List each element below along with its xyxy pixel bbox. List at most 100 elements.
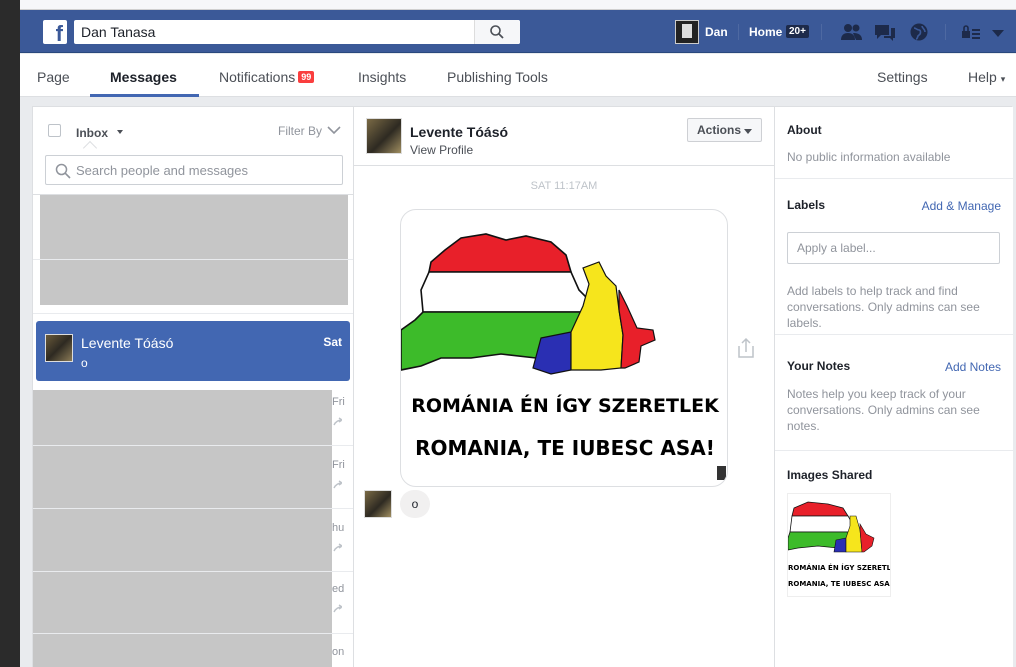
privacy-shortcuts-icon[interactable] bbox=[960, 22, 984, 42]
message-timestamp: SAT 11:17AM bbox=[530, 180, 598, 192]
browser-strip bbox=[20, 0, 1016, 10]
user-name: Dan bbox=[705, 25, 728, 39]
conversation-time: ed bbox=[332, 583, 345, 595]
divider bbox=[738, 24, 739, 40]
conversation-search bbox=[45, 155, 343, 185]
contact-details: About No public information available La… bbox=[774, 107, 1013, 667]
divider bbox=[33, 313, 353, 314]
inbox-header: Inbox Filter By bbox=[33, 107, 353, 195]
labels-help-text: Add labels to help track and find conver… bbox=[787, 284, 980, 330]
conversation-time: hu bbox=[332, 522, 345, 534]
divider bbox=[33, 508, 353, 509]
tab-publishing-tools[interactable]: Publishing Tools bbox=[447, 69, 548, 85]
notifications-count-badge: 99 bbox=[298, 71, 315, 83]
chevron-down-icon bbox=[744, 129, 752, 134]
chevron-down-icon[interactable] bbox=[327, 125, 341, 135]
divider bbox=[821, 24, 822, 40]
folder-pointer bbox=[82, 140, 98, 156]
facebook-page-inbox: f Dan Home 20+ Page Messages Notificatio… bbox=[20, 0, 1016, 667]
search-button[interactable] bbox=[474, 20, 520, 44]
help-caret-icon: ▾ bbox=[1000, 74, 1006, 84]
avatar bbox=[364, 490, 392, 518]
page-nav: Page Messages Notifications 99 Insights P… bbox=[20, 54, 1016, 97]
redacted-conversations bbox=[33, 390, 332, 667]
add-notes-link[interactable]: Add Notes bbox=[945, 360, 1001, 374]
shared-image-message[interactable]: ROMÁNIA ÉN ÍGY SZERETLEK ROMANIA, TE IUB… bbox=[400, 209, 728, 487]
home-link[interactable]: Home bbox=[749, 25, 782, 39]
map-red-region bbox=[618, 289, 656, 369]
reply-arrow-icon bbox=[333, 480, 342, 489]
conversation-list: Inbox Filter By Levente Tóásó Sat o bbox=[33, 107, 354, 667]
actions-dropdown[interactable]: Actions bbox=[687, 118, 762, 142]
notes-title: Your Notes bbox=[787, 359, 851, 373]
active-tab-underline bbox=[90, 94, 199, 97]
reply-arrow-icon bbox=[333, 604, 342, 613]
avatar[interactable] bbox=[366, 118, 402, 154]
tab-page[interactable]: Page bbox=[37, 69, 70, 85]
conversation-time: on bbox=[332, 646, 345, 658]
tab-insights[interactable]: Insights bbox=[358, 69, 406, 85]
friend-requests-icon[interactable] bbox=[840, 22, 864, 42]
tab-messages[interactable]: Messages bbox=[110, 69, 177, 85]
messages-icon[interactable] bbox=[873, 22, 897, 42]
map-red-region bbox=[428, 233, 573, 273]
notifications-globe-icon[interactable] bbox=[907, 22, 931, 42]
divider bbox=[33, 445, 353, 446]
share-icon[interactable] bbox=[736, 337, 756, 359]
tab-settings[interactable]: Settings bbox=[877, 69, 928, 85]
conversation-snippet: o bbox=[81, 356, 88, 370]
images-shared-title: Images Shared bbox=[787, 468, 873, 482]
conversation-search-input[interactable] bbox=[76, 156, 336, 184]
global-search bbox=[74, 20, 520, 44]
message-bubble: o bbox=[400, 490, 430, 518]
divider bbox=[33, 259, 353, 260]
account-menu-caret-icon[interactable] bbox=[986, 22, 1010, 42]
view-profile-link[interactable]: View Profile bbox=[410, 143, 473, 157]
top-bar: f Dan Home 20+ bbox=[20, 10, 1016, 53]
contact-name[interactable]: Levente Tóásó bbox=[410, 124, 508, 140]
notes-section: Your Notes Add Notes Notes help you keep… bbox=[775, 335, 1013, 451]
home-count-badge: 20+ bbox=[786, 25, 809, 38]
conversation-time: Fri bbox=[332, 396, 345, 408]
conversation-header: Levente Tóásó View Profile Actions bbox=[354, 107, 774, 166]
redacted-conversation bbox=[40, 195, 348, 305]
labels-title: Labels bbox=[787, 198, 826, 212]
tab-help[interactable]: Help ▾ bbox=[968, 69, 1005, 85]
thumbnail-caption-2: ROMANIA, TE IUBESC ASA bbox=[788, 580, 890, 588]
conversation-name: Levente Tóásó bbox=[81, 335, 174, 351]
about-title: About bbox=[787, 123, 822, 137]
divider bbox=[33, 633, 353, 634]
notes-help-text: Notes help you keep track of your conver… bbox=[787, 387, 980, 433]
image-caption-1: ROMÁNIA ÉN ÍGY SZERETLEK bbox=[411, 394, 720, 417]
conversation-item-active[interactable]: Levente Tóásó Sat o bbox=[36, 321, 350, 381]
conversation-time: Fri bbox=[332, 459, 345, 471]
map-yellow-region bbox=[570, 261, 624, 371]
thumbnail-map-image: ROMÁNIA ÉN ÍGY SZERETLEK ROMANIA, TE IUB… bbox=[788, 501, 890, 588]
watermark bbox=[717, 466, 726, 480]
avatar bbox=[45, 334, 73, 362]
facebook-logo-icon[interactable]: f bbox=[43, 20, 67, 44]
profile-link[interactable]: Dan bbox=[675, 20, 728, 44]
select-all-checkbox[interactable] bbox=[48, 124, 61, 137]
conversation-time: Sat bbox=[323, 335, 342, 349]
shared-image-thumbnail[interactable]: ROMÁNIA ÉN ÍGY SZERETLEK ROMANIA, TE IUB… bbox=[787, 493, 891, 597]
search-icon bbox=[55, 163, 71, 179]
reply-arrow-icon bbox=[333, 543, 342, 552]
image-caption-2: ROMANIA, TE IUBESC ASA! bbox=[415, 436, 715, 460]
chevron-down-icon bbox=[117, 130, 123, 134]
global-search-input[interactable] bbox=[74, 20, 474, 44]
about-section: About No public information available bbox=[775, 107, 1013, 179]
about-text: No public information available bbox=[787, 150, 951, 164]
divider bbox=[33, 571, 353, 572]
map-image: ROMÁNIA ÉN ÍGY SZERETLEK ROMANIA, TE IUB… bbox=[401, 233, 726, 480]
tab-help-label: Help bbox=[968, 69, 997, 85]
apply-label-input[interactable] bbox=[787, 232, 1000, 264]
search-icon bbox=[490, 25, 504, 39]
add-manage-labels-link[interactable]: Add & Manage bbox=[922, 199, 1001, 213]
divider bbox=[945, 24, 946, 40]
filter-by-dropdown[interactable]: Filter By bbox=[278, 124, 322, 138]
inbox-folder-dropdown[interactable]: Inbox bbox=[76, 126, 108, 140]
actions-label: Actions bbox=[697, 123, 742, 137]
tab-notifications[interactable]: Notifications 99 bbox=[219, 69, 315, 85]
reply-arrow-icon bbox=[333, 417, 342, 426]
